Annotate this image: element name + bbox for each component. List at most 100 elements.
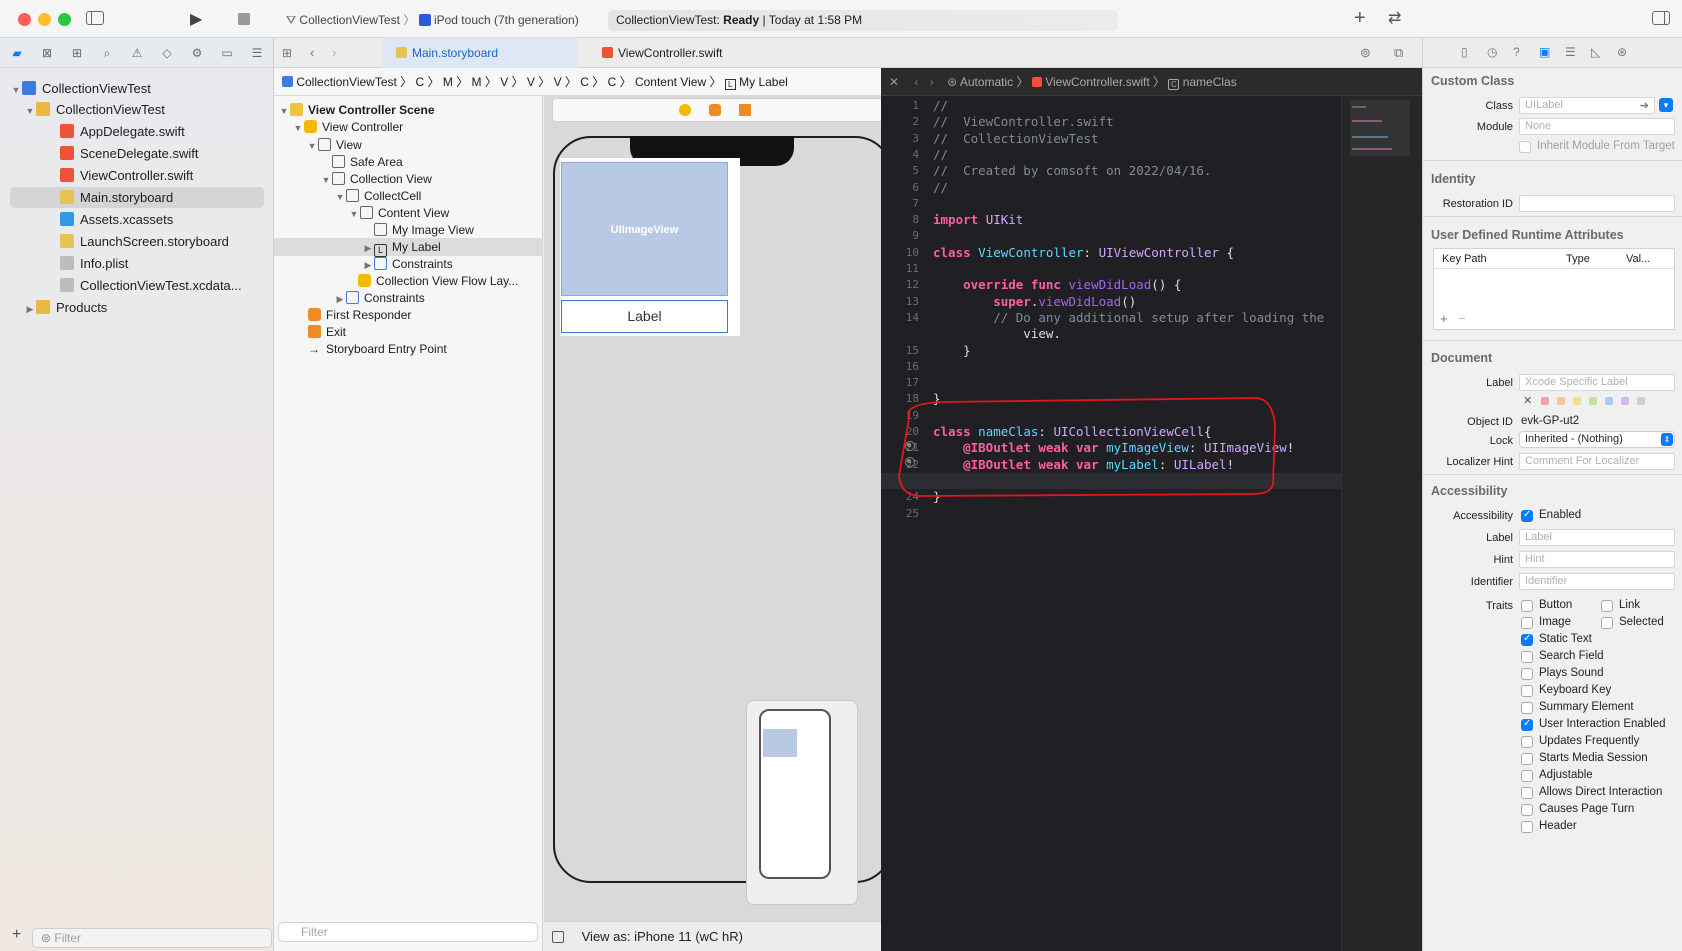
close-icon[interactable]: ✕ <box>889 75 899 89</box>
close-window-button[interactable] <box>18 13 31 26</box>
list-item[interactable]: LaunchScreen.storyboard <box>10 231 264 252</box>
breakpoint-icon[interactable]: ▭ <box>220 46 234 60</box>
trait-checkbox[interactable] <box>1521 702 1533 714</box>
run-icon[interactable]: ▶ <box>190 9 202 29</box>
trait-checkbox[interactable] <box>1521 617 1533 629</box>
outline-row[interactable]: Collection View Flow Lay... <box>274 272 543 290</box>
constraints-icon <box>374 257 387 270</box>
stop-icon[interactable] <box>238 13 250 25</box>
chevron-right-icon[interactable]: ▶ <box>24 299 36 320</box>
chevron-down-icon[interactable]: ▼ <box>292 119 304 137</box>
chevron-down-icon[interactable]: ▼ <box>10 80 22 101</box>
view-controller-icon[interactable] <box>679 104 691 116</box>
trait-checkbox[interactable] <box>1521 685 1533 697</box>
outline-row[interactable]: ▶ Constraints <box>274 255 543 273</box>
trait-checkbox[interactable] <box>1521 753 1533 765</box>
trait-checkbox[interactable] <box>1521 651 1533 663</box>
grid-icon[interactable]: ⊞ <box>282 46 292 60</box>
canvas-minimap[interactable] <box>746 700 858 905</box>
debug-icon[interactable]: ⚙ <box>190 46 204 60</box>
outline-filter-input[interactable]: Filter <box>278 922 538 942</box>
find-icon[interactable]: ⌕ <box>100 46 114 60</box>
issue-icon[interactable]: ⚠ <box>130 46 144 60</box>
folder-icon[interactable]: ▰ <box>10 46 24 60</box>
first-responder-icon[interactable] <box>709 104 721 116</box>
list-item[interactable]: Assets.xcassets <box>10 209 264 230</box>
list-item[interactable]: ▼ CollectionViewTest <box>10 78 264 99</box>
list-item[interactable]: Main.storyboard <box>10 187 264 208</box>
trait-checkbox[interactable] <box>1521 804 1533 816</box>
test-icon[interactable]: ◇ <box>160 46 174 60</box>
exit-icon[interactable] <box>739 104 751 116</box>
trait-checkbox[interactable] <box>1521 600 1533 612</box>
outline-row[interactable]: Safe Area <box>274 153 543 171</box>
outline-row[interactable]: ▼ View Controller <box>274 118 543 136</box>
list-item[interactable]: ▶ Products <box>10 297 264 318</box>
code-review-icon[interactable]: ⇄ <box>1388 8 1401 28</box>
file-inspector-icon[interactable]: ▯ <box>1461 45 1468 59</box>
trait-checkbox[interactable] <box>1521 821 1533 833</box>
outline-row[interactable]: ▼ Collection View <box>274 170 543 188</box>
list-item[interactable]: ▼ CollectionViewTest <box>10 99 264 120</box>
symbol-icon[interactable]: ⊞ <box>70 46 84 60</box>
device-config-label[interactable]: View as: iPhone 11 (wC hR) <box>582 929 743 944</box>
inspector-toggle-icon[interactable] <box>1652 11 1670 25</box>
outline-row[interactable]: First Responder <box>274 306 543 324</box>
outline-row[interactable]: ▶ Constraints <box>274 289 543 307</box>
code-jump-bar[interactable]: ✕ ‹ › ⊛ Automatic 〉 ViewController.swift… <box>881 68 1422 96</box>
chevron-down-icon[interactable]: ▼ <box>24 101 36 122</box>
adjust-editor-icon[interactable]: ⊚ <box>1360 45 1371 61</box>
storyboard-jump-bar[interactable]: CollectionViewTest 〉 C 〉 M 〉 M 〉 V 〉 V 〉… <box>274 68 881 96</box>
report-icon[interactable]: ☰ <box>250 46 264 60</box>
attributes-inspector-icon[interactable]: ☰ <box>1565 45 1576 59</box>
code-minimap[interactable] <box>1341 96 1422 951</box>
panel-icon[interactable] <box>552 931 564 943</box>
tab-main-storyboard[interactable]: Main.storyboard <box>382 38 578 68</box>
minimize-window-button[interactable] <box>38 13 51 26</box>
outline-row[interactable]: ▼ Content View <box>274 204 543 222</box>
split-editor-icon[interactable]: ⧉ <box>1394 45 1403 61</box>
list-item[interactable]: Info.plist <box>10 253 264 274</box>
sidebar-toggle-icon[interactable] <box>86 11 104 25</box>
outline-row[interactable]: → Storyboard Entry Point <box>274 340 543 358</box>
back-icon[interactable]: ‹ <box>310 45 314 60</box>
zoom-window-button[interactable] <box>58 13 71 26</box>
identity-inspector-icon[interactable]: ▣ <box>1539 45 1550 59</box>
outline-row[interactable]: ▼ View Controller Scene <box>274 101 543 119</box>
navigator-filter-input[interactable]: ⊜ Filter <box>32 928 272 948</box>
add-file-button[interactable]: + <box>12 926 21 944</box>
history-icon[interactable]: ◷ <box>1487 45 1497 59</box>
outline-row[interactable]: ▼ View <box>274 136 543 154</box>
list-item[interactable]: CollectionViewTest.xcdata... <box>10 275 264 296</box>
trait-checkbox[interactable] <box>1521 718 1533 731</box>
trait-checkbox[interactable] <box>1601 600 1613 612</box>
list-item[interactable]: ViewController.swift <box>10 165 264 186</box>
image-view[interactable]: UIImageView <box>561 162 728 296</box>
label-element[interactable]: Label <box>561 300 728 333</box>
storyboard-canvas[interactable]: UIImageView Label View as: iPhone 11 (wC… <box>544 96 881 951</box>
list-item[interactable]: SceneDelegate.swift <box>10 143 264 164</box>
trait-checkbox[interactable] <box>1521 668 1533 680</box>
outline-row[interactable]: ▼ CollectCell <box>274 187 543 205</box>
source-control-icon[interactable]: ⊠ <box>40 46 54 60</box>
help-icon[interactable]: ? <box>1513 45 1520 59</box>
add-icon[interactable]: + <box>1354 7 1366 30</box>
back-icon[interactable]: ‹ <box>914 75 918 89</box>
trait-checkbox[interactable] <box>1521 770 1533 782</box>
forward-icon[interactable]: › <box>930 75 934 89</box>
list-item[interactable]: AppDelegate.swift <box>10 121 264 142</box>
outline-row[interactable]: ▶ L My Label <box>274 238 543 257</box>
minimap-line <box>1352 148 1392 150</box>
outline-row[interactable]: My Image View <box>274 221 543 239</box>
scheme-selector[interactable]: ⛛ CollectionViewTest 〉 iPod touch (7th g… <box>286 11 579 28</box>
connections-inspector-icon[interactable]: ⊛ <box>1617 45 1627 59</box>
tab-viewcontroller-swift[interactable]: ViewController.swift <box>588 38 736 68</box>
trait-checkbox[interactable] <box>1521 736 1533 748</box>
code-editor[interactable]: 1234567891011121314151617181920212223242… <box>881 96 1422 951</box>
trait-checkbox[interactable] <box>1601 617 1613 629</box>
outline-row[interactable]: Exit <box>274 323 543 341</box>
size-inspector-icon[interactable]: ◺ <box>1591 45 1600 59</box>
trait-checkbox[interactable] <box>1521 633 1533 646</box>
trait-checkbox[interactable] <box>1521 787 1533 799</box>
forward-icon[interactable]: › <box>332 45 336 60</box>
